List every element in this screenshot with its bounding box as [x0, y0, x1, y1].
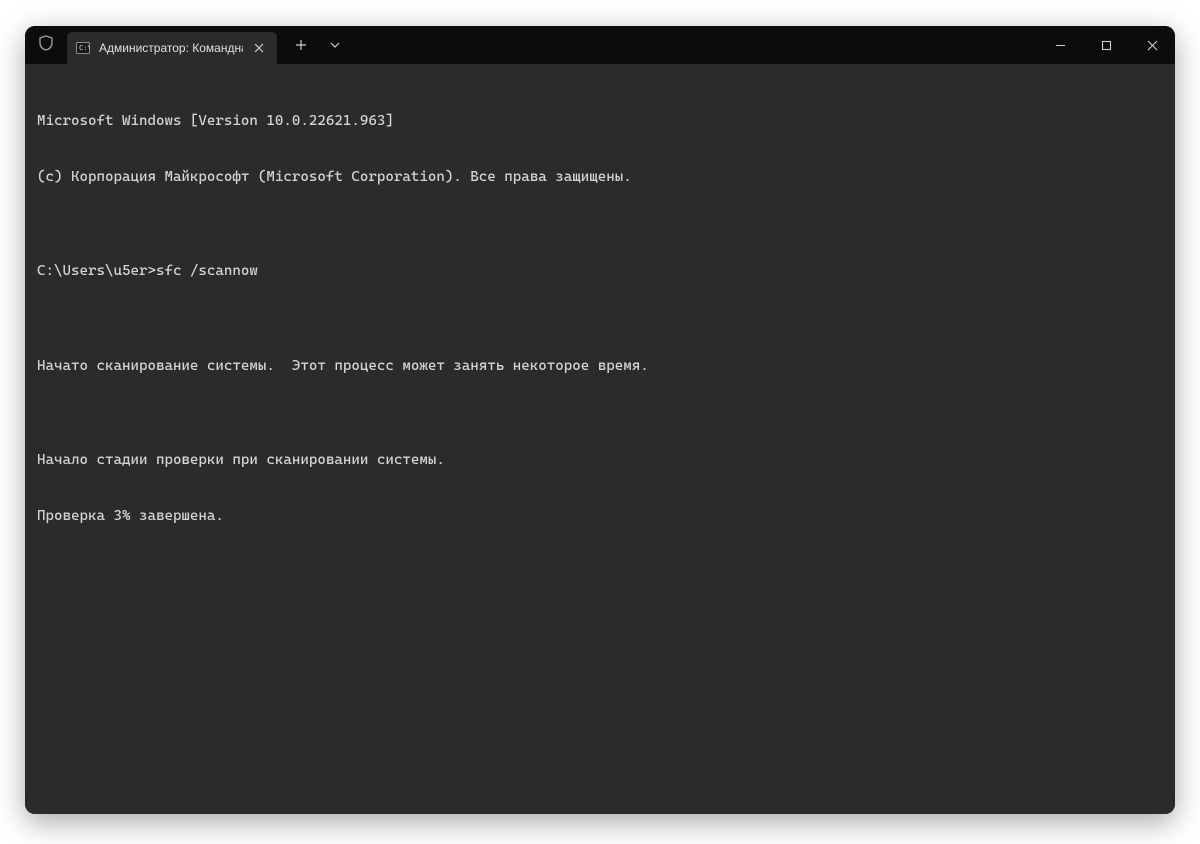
new-tab-button[interactable]	[285, 30, 317, 60]
tabs-area: C:\ Администратор: Командна	[67, 26, 277, 64]
tab-dropdown-button[interactable]	[319, 30, 351, 60]
shield-icon-wrap	[25, 26, 67, 64]
tab-active[interactable]: C:\ Администратор: Командна	[67, 32, 277, 64]
shield-icon	[38, 35, 54, 56]
terminal-line: Начало стадии проверки при сканировании …	[37, 451, 1163, 470]
minimize-button[interactable]	[1037, 26, 1083, 64]
terminal-line: C:\Users\u5er>sfc /scannow	[37, 262, 1163, 281]
terminal-line: Microsoft Windows [Version 10.0.22621.96…	[37, 112, 1163, 131]
close-button[interactable]	[1129, 26, 1175, 64]
terminal-window: C:\ Администратор: Командна	[25, 26, 1175, 814]
titlebar: C:\ Администратор: Командна	[25, 26, 1175, 64]
titlebar-actions	[277, 30, 351, 60]
terminal-line: Проверка 3% завершена.	[37, 507, 1163, 526]
terminal-line: (c) Корпорация Майкрософт (Microsoft Cor…	[37, 168, 1163, 187]
maximize-button[interactable]	[1083, 26, 1129, 64]
titlebar-left: C:\ Администратор: Командна	[25, 26, 1037, 64]
terminal-icon: C:\	[75, 40, 91, 56]
tab-close-button[interactable]	[251, 40, 267, 56]
terminal-body[interactable]: Microsoft Windows [Version 10.0.22621.96…	[25, 64, 1175, 814]
tab-title: Администратор: Командна	[99, 41, 243, 55]
window-controls	[1037, 26, 1175, 64]
svg-text:C:\: C:\	[79, 44, 90, 52]
terminal-line: Начато сканирование системы. Этот процес…	[37, 357, 1163, 376]
